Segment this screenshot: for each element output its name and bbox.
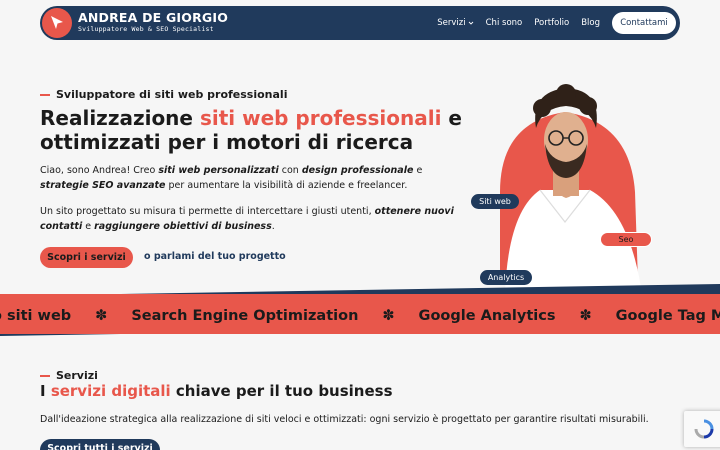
- discover-services-button[interactable]: Scopri i servizi: [40, 247, 133, 268]
- marquee-separator: ✽: [579, 308, 592, 324]
- marquee-item: o siti web: [0, 308, 72, 324]
- intro-text: Ciao, sono Andrea! Creo: [40, 165, 159, 176]
- intro-text: e: [413, 165, 423, 176]
- intro-bold: strategie SEO avanzate: [40, 180, 166, 191]
- marquee-text: o siti web ✽ Search Engine Optimization …: [0, 308, 720, 324]
- intro-text: per aumentare la visibilità di aziende e…: [165, 180, 408, 191]
- body-text: .: [271, 221, 275, 232]
- hero-eyebrow-text: Sviluppatore di siti web professionali: [56, 88, 288, 101]
- logo-cursor-icon[interactable]: [42, 8, 72, 38]
- nav-item-label: Servizi: [437, 18, 466, 28]
- services-title-end: chiave per il tuo business: [170, 382, 393, 400]
- marquee-item: Google Analytics: [418, 308, 556, 324]
- logo-title: ANDREA DE GIORGIO: [78, 10, 229, 25]
- hero-eyebrow: Sviluppatore di siti web professionali: [40, 88, 287, 101]
- chevron-down-icon: [468, 21, 473, 25]
- logo-subtitle: Sviluppatore Web & SEO Specialist: [78, 25, 214, 33]
- hero-title-accent: siti web professionali: [199, 106, 442, 130]
- portrait-illustration: [492, 84, 642, 294]
- services-description: Dall'ideazione strategica alla realizzaz…: [40, 414, 649, 425]
- intro-text: con: [278, 165, 302, 176]
- marquee-separator: ✽: [382, 308, 395, 324]
- marquee-item: Search Engine Optimization: [131, 308, 359, 324]
- nav-item-portfolio[interactable]: Portfolio: [534, 18, 569, 28]
- top-navbar: ANDREA DE GIORGIO Sviluppatore Web & SEO…: [40, 6, 680, 40]
- hero-title-start: Realizzazione: [40, 106, 200, 130]
- services-title: I servizi digitali chiave per il tuo bus…: [40, 382, 393, 400]
- nav-links: Servizi Chi sono Portfolio Blog: [437, 6, 600, 40]
- services-title-accent: servizi digitali: [50, 382, 171, 400]
- body-text: e: [82, 221, 95, 232]
- marquee-item: Google Tag Ma: [615, 308, 720, 324]
- nav-item-label: Portfolio: [534, 18, 570, 28]
- body-bold: raggiungere obiettivi di business: [94, 221, 272, 232]
- hero-title: Realizzazione siti web professionali e o…: [40, 106, 480, 154]
- recaptcha-icon[interactable]: [684, 411, 720, 447]
- hero-portrait: Siti web Seo Analytics: [470, 82, 660, 294]
- contact-button[interactable]: Contattami: [612, 12, 676, 34]
- marquee-separator: ✽: [95, 308, 108, 324]
- hero-body: Un sito progettato su misura ti permette…: [40, 204, 455, 234]
- hero-intro: Ciao, sono Andrea! Creo siti web persona…: [40, 163, 455, 193]
- services-eyebrow: Servizi: [40, 369, 98, 382]
- nav-item-label: Blog: [581, 18, 600, 28]
- talk-project-link[interactable]: o parlami del tuo progetto: [144, 251, 286, 262]
- intro-bold: design professionale: [301, 165, 414, 176]
- tag-analytics: Analytics: [480, 270, 532, 285]
- services-title-start: I: [40, 382, 51, 400]
- intro-bold: siti web personalizzati: [158, 165, 279, 176]
- tag-siti-web: Siti web: [471, 194, 519, 209]
- tag-seo: Seo: [600, 232, 652, 247]
- services-eyebrow-text: Servizi: [56, 369, 98, 382]
- nav-item-chi-sono[interactable]: Chi sono: [486, 18, 523, 28]
- nav-item-label: Chi sono: [485, 18, 523, 28]
- eyebrow-dash: [40, 374, 50, 377]
- services-marquee: o siti web ✽ Search Engine Optimization …: [0, 284, 720, 348]
- body-text: Un sito progettato su misura ti permette…: [40, 206, 375, 217]
- logo[interactable]: ANDREA DE GIORGIO Sviluppatore Web & SEO…: [78, 11, 228, 34]
- nav-item-blog[interactable]: Blog: [581, 18, 600, 28]
- eyebrow-dash: [40, 93, 50, 96]
- all-services-button[interactable]: Scopri tutti i servizi: [40, 439, 160, 450]
- nav-item-servizi[interactable]: Servizi: [437, 18, 473, 28]
